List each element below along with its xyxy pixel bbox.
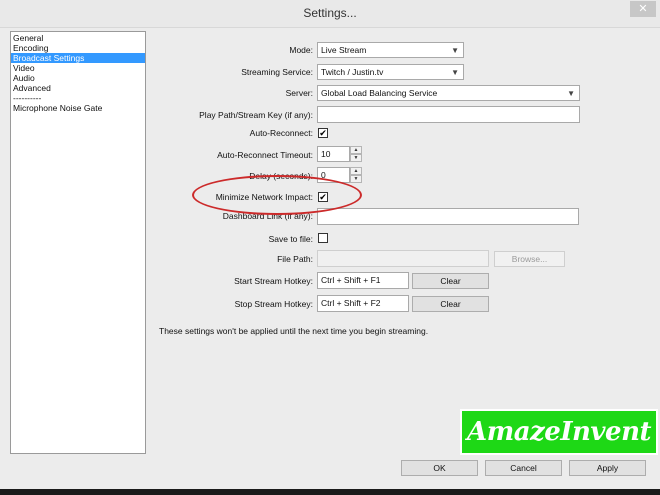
checkmark-icon: ✔ — [319, 128, 327, 138]
start-stream-hotkey-label: Start Stream Hotkey: — [234, 276, 313, 286]
dashboard-link-input[interactable] — [317, 208, 579, 225]
mode-value: Live Stream — [321, 45, 367, 55]
window-title: Settings... — [303, 6, 357, 20]
auto-reconnect-timeout-input[interactable]: 10 — [317, 146, 350, 162]
server-select[interactable]: Global Load Balancing Service ▼ — [317, 85, 580, 101]
taskbar-strip — [0, 489, 660, 495]
auto-reconnect-timeout-label: Auto-Reconnect Timeout: — [217, 150, 313, 160]
timeout-spin-up-icon[interactable]: ▲ — [350, 146, 362, 154]
save-to-file-label: Save to file: — [268, 234, 313, 244]
play-path-input[interactable] — [317, 106, 580, 123]
play-path-label: Play Path/Stream Key (if any): — [199, 110, 313, 120]
mode-select[interactable]: Live Stream ▼ — [317, 42, 464, 58]
server-label: Server: — [285, 88, 313, 98]
title-bar: Settings... ✕ — [0, 0, 660, 28]
browse-button[interactable]: Browse... — [494, 251, 565, 267]
file-path-label: File Path: — [277, 254, 313, 264]
settings-note: These settings won't be applied until th… — [159, 326, 429, 336]
stop-stream-hotkey-input[interactable]: Ctrl + Shift + F2 — [317, 295, 409, 312]
clear-stop-hotkey-button[interactable]: Clear — [412, 296, 489, 312]
stop-stream-hotkey-label: Stop Stream Hotkey: — [234, 299, 313, 309]
chevron-down-icon: ▼ — [451, 46, 459, 55]
cancel-button[interactable]: Cancel — [485, 460, 562, 476]
streaming-service-label: Streaming Service: — [241, 67, 313, 77]
chevron-down-icon: ▼ — [567, 89, 575, 98]
timeout-spin-down-icon[interactable]: ▼ — [350, 154, 362, 162]
streaming-service-value: Twitch / Justin.tv — [321, 67, 384, 77]
ok-button[interactable]: OK — [401, 460, 478, 476]
streaming-service-select[interactable]: Twitch / Justin.tv ▼ — [317, 64, 464, 80]
save-to-file-checkbox[interactable] — [318, 233, 328, 243]
clear-start-hotkey-button[interactable]: Clear — [412, 273, 489, 289]
apply-button[interactable]: Apply — [569, 460, 646, 476]
close-icon[interactable]: ✕ — [630, 1, 656, 17]
delay-spin-up-icon[interactable]: ▲ — [350, 167, 362, 175]
mode-label: Mode: — [289, 45, 313, 55]
auto-reconnect-checkbox[interactable]: ✔ — [318, 128, 328, 138]
auto-reconnect-label: Auto-Reconnect: — [249, 128, 313, 138]
delay-spin-down-icon[interactable]: ▼ — [350, 175, 362, 183]
file-path-input[interactable] — [317, 250, 489, 267]
sidebar-item-general[interactable]: General — [11, 33, 145, 43]
chevron-down-icon: ▼ — [451, 68, 459, 77]
highlight-annotation-ellipse — [192, 175, 362, 215]
server-value: Global Load Balancing Service — [321, 88, 438, 98]
start-stream-hotkey-input[interactable]: Ctrl + Shift + F1 — [317, 272, 409, 289]
watermark-logo: AmazeInvent — [460, 409, 658, 455]
